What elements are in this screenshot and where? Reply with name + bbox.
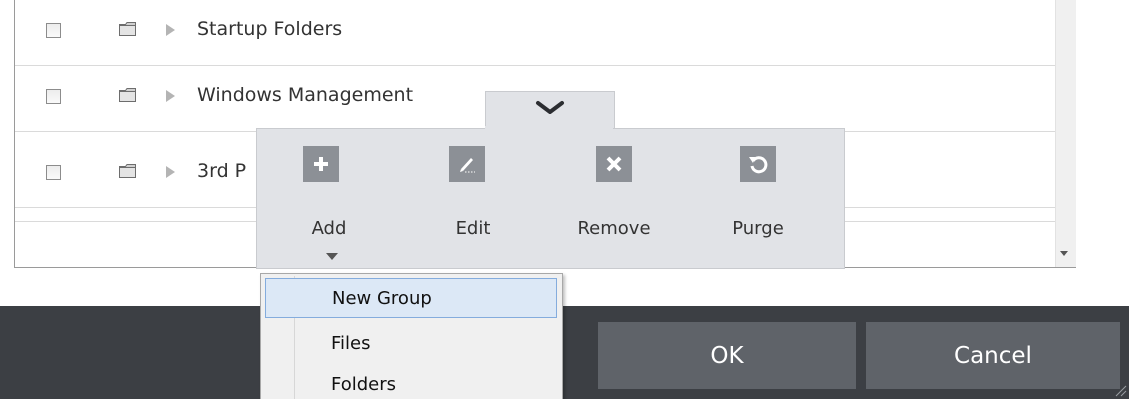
plus-icon — [303, 146, 339, 182]
dialog: Startup Folders Windows Management 3rd P — [0, 0, 1129, 399]
folder-icon — [119, 164, 136, 178]
menu-item-label: New Group — [332, 288, 432, 309]
folder-icon — [119, 88, 136, 102]
menu-item-label: Files — [331, 333, 371, 354]
list-row-startup-folders[interactable]: Startup Folders — [15, 0, 1055, 66]
remove-label: Remove — [577, 218, 651, 239]
purge-label: Purge — [732, 218, 784, 239]
menu-item-folders[interactable]: Folders — [265, 365, 557, 399]
remove-button[interactable]: Remove — [559, 146, 669, 256]
tab-joiner — [485, 126, 613, 130]
menu-item-new-group[interactable]: New Group — [265, 278, 557, 318]
purge-button[interactable]: Purge — [703, 146, 813, 256]
menu-item-label: Folders — [331, 374, 397, 395]
expand-arrow-icon[interactable] — [166, 166, 175, 178]
ok-button[interactable]: OK — [598, 322, 856, 389]
x-icon — [596, 146, 632, 182]
refresh-icon — [740, 146, 776, 182]
menu-item-files[interactable]: Files — [265, 324, 557, 364]
pencil-icon — [449, 146, 485, 182]
row-checkbox[interactable] — [46, 23, 61, 38]
vertical-scrollbar[interactable] — [1055, 0, 1076, 267]
row-label: Startup Folders — [197, 18, 343, 40]
expand-arrow-icon[interactable] — [166, 24, 175, 36]
cancel-button[interactable]: Cancel — [866, 322, 1120, 389]
row-label: 3rd P — [197, 160, 247, 182]
row-checkbox[interactable] — [46, 165, 61, 180]
edit-button[interactable]: Edit — [418, 146, 528, 256]
add-button[interactable]: Add — [274, 146, 384, 256]
scroll-down-arrow-icon[interactable] — [1060, 251, 1068, 256]
chevron-down-icon[interactable] — [534, 98, 566, 118]
add-dropdown-arrow-icon[interactable] — [326, 253, 338, 260]
row-label: Windows Management — [197, 84, 414, 106]
row-checkbox[interactable] — [46, 89, 61, 104]
resize-grip-icon[interactable] — [1113, 383, 1127, 397]
folder-icon — [119, 22, 136, 36]
expand-arrow-icon[interactable] — [166, 90, 175, 102]
edit-label: Edit — [455, 218, 491, 239]
add-label: Add — [311, 218, 347, 239]
